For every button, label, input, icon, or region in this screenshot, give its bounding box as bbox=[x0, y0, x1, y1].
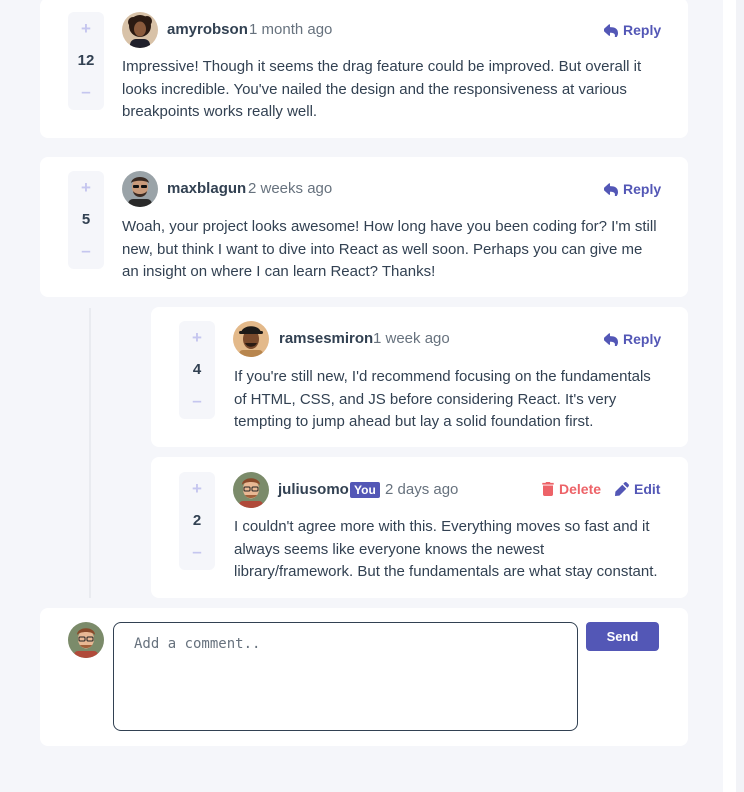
you-badge: You bbox=[350, 482, 380, 498]
reply-label: Reply bbox=[623, 22, 662, 38]
delete-label: Delete bbox=[559, 481, 602, 497]
vote-score: 5 bbox=[81, 211, 91, 228]
timestamp: 1 week ago bbox=[373, 330, 450, 347]
vote-control: + 12 – bbox=[68, 12, 104, 110]
comment-text: If you're still new, I'd recommend focus… bbox=[234, 368, 651, 430]
upvote-plus-icon[interactable]: + bbox=[179, 328, 215, 348]
reply-button[interactable]: Reply bbox=[604, 329, 661, 349]
upvote-plus-icon[interactable]: + bbox=[179, 479, 215, 499]
reply-button[interactable]: Reply bbox=[604, 179, 661, 199]
comments-page: + 12 – amyrobson 1 month ago Reply Impre… bbox=[0, 0, 744, 792]
delete-button[interactable]: Delete bbox=[542, 479, 601, 499]
username[interactable]: amyrobson bbox=[167, 20, 248, 40]
reply-card: + 2 – juliusomo You 2 days ago Delete Ed… bbox=[151, 457, 688, 598]
reply-icon bbox=[604, 332, 618, 346]
vote-control: + 2 – bbox=[179, 472, 215, 570]
scrollbar-track[interactable] bbox=[723, 0, 736, 792]
avatar bbox=[122, 171, 158, 207]
downvote-minus-icon[interactable]: – bbox=[179, 391, 215, 411]
reply-label: Reply bbox=[623, 181, 662, 197]
downvote-minus-icon[interactable]: – bbox=[179, 542, 215, 562]
comment-text: Woah, your project looks awesome! How lo… bbox=[122, 218, 657, 280]
reply-button[interactable]: Reply bbox=[604, 20, 661, 40]
vote-score: 2 bbox=[192, 512, 202, 529]
reply-icon bbox=[604, 182, 618, 196]
window-edge bbox=[736, 0, 744, 792]
downvote-minus-icon[interactable]: – bbox=[68, 241, 104, 261]
vote-control: + 5 – bbox=[68, 171, 104, 269]
upvote-plus-icon[interactable]: + bbox=[68, 178, 104, 198]
vote-score: 12 bbox=[77, 52, 95, 69]
upvote-plus-icon[interactable]: + bbox=[68, 19, 104, 39]
comment-text: I couldn't agree more with this. Everyth… bbox=[234, 518, 658, 580]
vote-score: 4 bbox=[192, 361, 202, 378]
comment-input[interactable] bbox=[113, 622, 578, 731]
username[interactable]: maxblagun bbox=[167, 179, 246, 199]
downvote-minus-icon[interactable]: – bbox=[68, 82, 104, 102]
vote-control: + 4 – bbox=[179, 321, 215, 419]
avatar bbox=[233, 472, 269, 508]
reply-thread-line bbox=[89, 308, 91, 598]
timestamp: 1 month ago bbox=[249, 21, 333, 38]
comment-card: + 12 – amyrobson 1 month ago Reply Impre… bbox=[40, 0, 688, 138]
timestamp: 2 days ago bbox=[385, 481, 459, 498]
comment-card: + 5 – maxblagun 2 weeks ago Reply Woah, … bbox=[40, 157, 688, 297]
comment-text: Impressive! Though it seems the drag fea… bbox=[122, 58, 642, 120]
send-button[interactable]: Send bbox=[586, 622, 659, 651]
avatar bbox=[68, 622, 104, 658]
delete-icon bbox=[542, 482, 554, 496]
reply-icon bbox=[604, 23, 618, 37]
reply-card: + 4 – ramsesmiron 1 week ago Reply If yo… bbox=[151, 307, 688, 447]
edit-button[interactable]: Edit bbox=[615, 479, 660, 499]
reply-label: Reply bbox=[623, 331, 662, 347]
avatar bbox=[233, 321, 269, 357]
username[interactable]: juliusomo bbox=[278, 480, 349, 500]
edit-icon bbox=[615, 482, 629, 496]
timestamp: 2 weeks ago bbox=[248, 180, 333, 197]
username[interactable]: ramsesmiron bbox=[279, 329, 373, 349]
edit-label: Edit bbox=[634, 481, 661, 497]
avatar bbox=[122, 12, 158, 48]
